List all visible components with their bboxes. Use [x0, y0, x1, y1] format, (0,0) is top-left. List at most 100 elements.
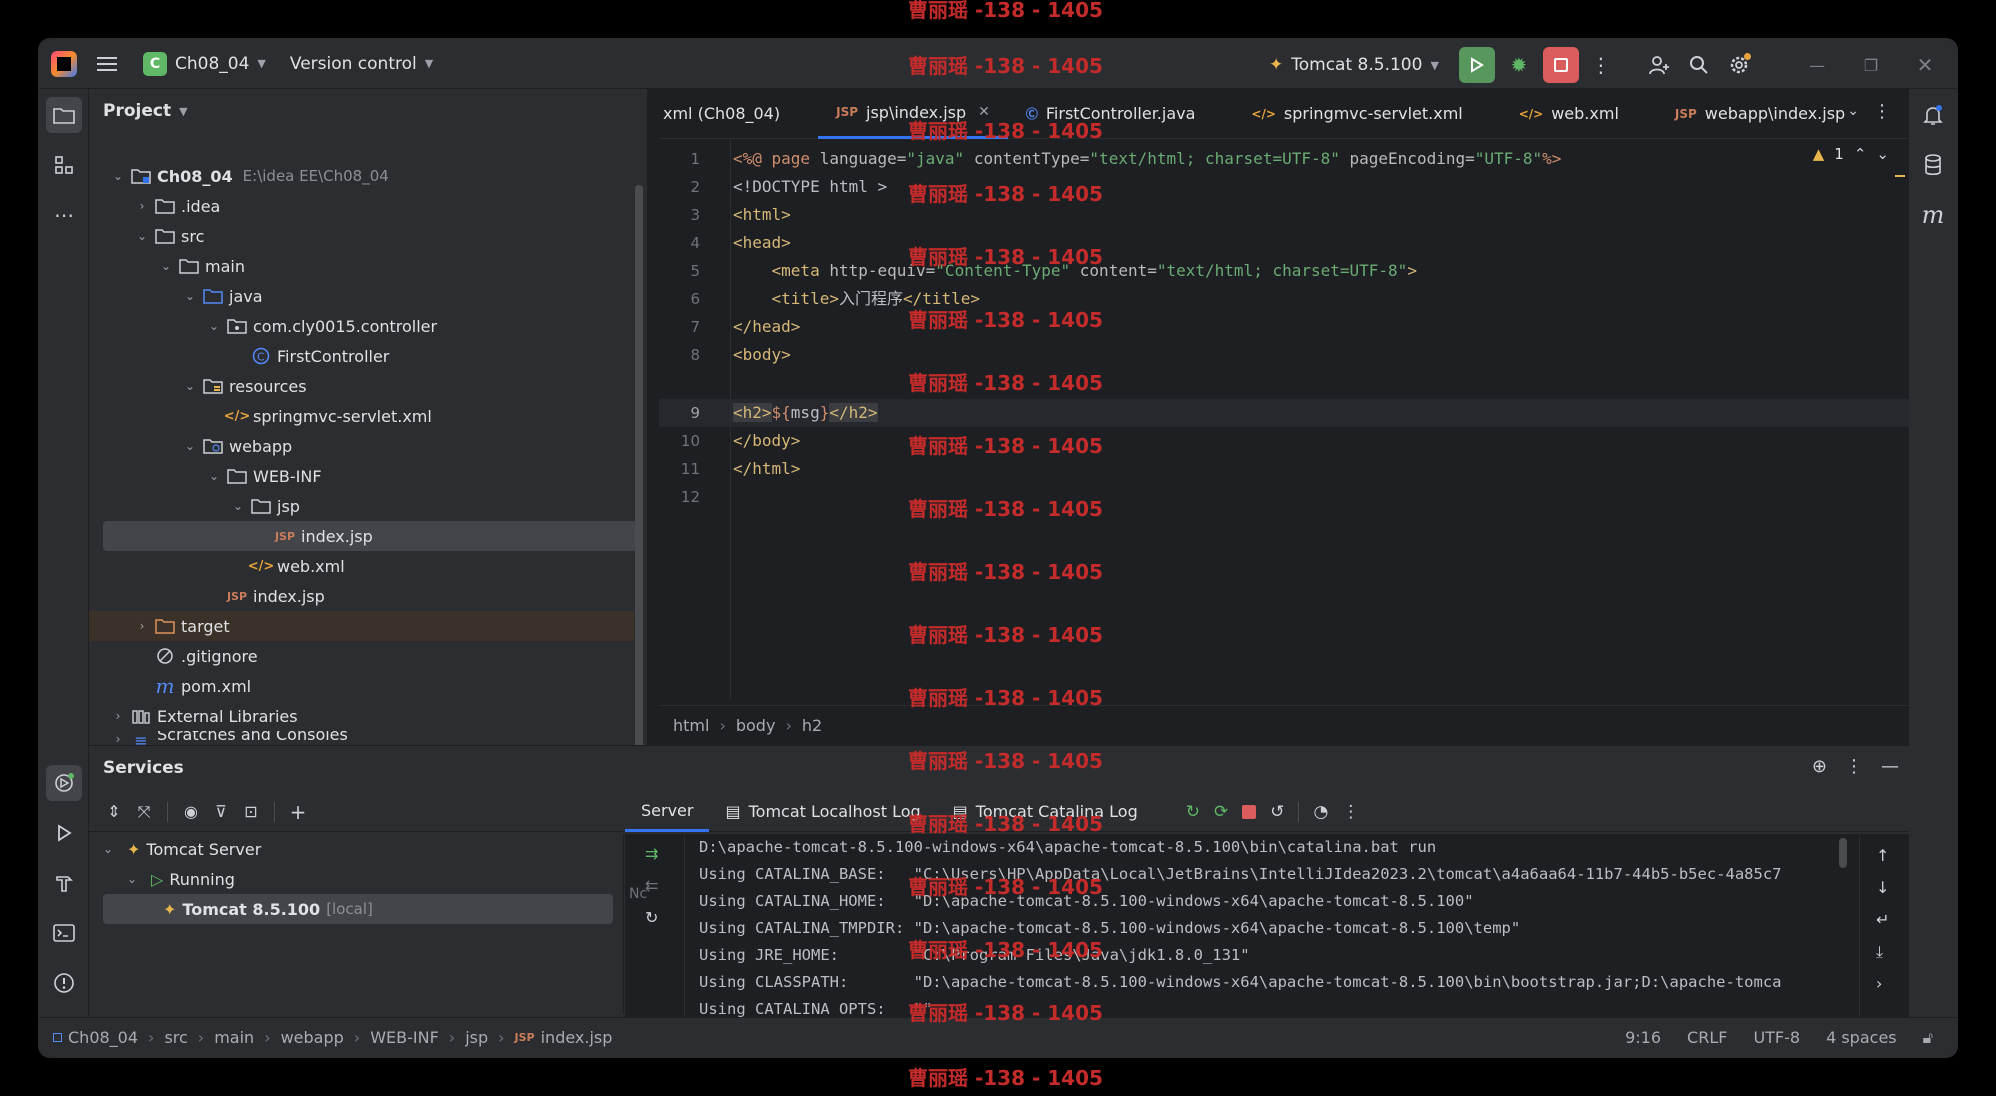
refresh-icon[interactable]: ↻: [645, 908, 658, 927]
tree-row-tomcat-instance[interactable]: ✦ Tomcat 8.5.100 [local]: [103, 894, 613, 924]
more-icon[interactable]: ⋮: [1342, 802, 1359, 822]
lock-icon[interactable]: 🔓︎: [1923, 1028, 1933, 1048]
collapse-all-icon[interactable]: ⤧: [129, 794, 159, 830]
more-options-icon[interactable]: ⋮: [1845, 756, 1863, 777]
code-line-10[interactable]: </body>: [733, 427, 800, 455]
tab-server[interactable]: Server: [625, 792, 710, 832]
settings-gear-icon[interactable]: [1721, 47, 1757, 83]
status-path-item[interactable]: jsp: [465, 1028, 488, 1047]
chevron-down-icon[interactable]: ⌄: [1876, 145, 1889, 163]
minimize-icon[interactable]: —: [1799, 47, 1835, 83]
code-line-11[interactable]: </html>: [733, 455, 800, 483]
tree-row[interactable]: ⌄ Ch08_04 E:\idea EE\Ch08_04: [89, 161, 634, 191]
breadcrumb-html[interactable]: html: [673, 716, 709, 735]
tab-springmvc-servlet[interactable]: </> springmvc-servlet.xml: [1233, 89, 1480, 139]
arrow-down-icon[interactable]: ↓: [1876, 878, 1889, 897]
caret-position[interactable]: 9:16: [1625, 1028, 1661, 1047]
code-line-8[interactable]: <body>: [733, 341, 791, 369]
tree-row[interactable]: m pom.xml: [89, 671, 634, 701]
chevron-up-icon[interactable]: ⌃: [1854, 145, 1867, 163]
structure-icon[interactable]: [46, 147, 82, 183]
tree-row[interactable]: </> springmvc-servlet.xml: [89, 401, 634, 431]
indent-setting[interactable]: 4 spaces: [1826, 1028, 1897, 1047]
status-path-item[interactable]: main: [214, 1028, 254, 1047]
close-window-icon[interactable]: ✕: [1907, 47, 1943, 83]
tree-row[interactable]: › ≡ Scratches and Consoles: [89, 731, 634, 745]
code-line-2[interactable]: <!DOCTYPE html >: [733, 173, 887, 201]
file-encoding[interactable]: UTF-8: [1753, 1028, 1800, 1047]
services-tool-icon[interactable]: [46, 765, 82, 801]
tab-web-xml[interactable]: </> web.xml: [1501, 89, 1637, 139]
tree-row[interactable]: ⌄ WEB-INF: [89, 461, 634, 491]
debug-icon[interactable]: ✹: [1501, 47, 1537, 83]
problems-icon[interactable]: [46, 965, 82, 1001]
breadcrumb-body[interactable]: body: [736, 716, 776, 735]
run-config-selector[interactable]: ✦ Tomcat 8.5.100 ▼: [1259, 48, 1449, 82]
tree-row[interactable]: ⌄ src: [89, 221, 634, 251]
tab-first-controller[interactable]: Ⓒ FirstController.java: [1008, 89, 1214, 139]
status-path-item[interactable]: Ch08_04: [68, 1028, 138, 1047]
tabs-more-icon[interactable]: ⋮: [1873, 101, 1891, 122]
tree-row-tomcat-server[interactable]: ⌄ ✦ Tomcat Server: [103, 834, 261, 864]
code-line-7[interactable]: </head>: [733, 313, 800, 341]
tab-jsp-index[interactable]: JSP jsp\index.jsp ✕: [818, 89, 1008, 139]
tree-row-running[interactable]: ⌄ ▷ Running: [127, 864, 235, 894]
code-line-4[interactable]: <head>: [733, 229, 791, 257]
add-user-icon[interactable]: [1641, 47, 1677, 83]
crosshair-icon[interactable]: ⊕: [1812, 756, 1827, 777]
tab-webapp-index[interactable]: JSP webapp\index.jsp: [1657, 89, 1863, 139]
rerun-button[interactable]: [1458, 47, 1495, 83]
expand-all-icon[interactable]: ⇕: [99, 794, 129, 830]
status-path-item[interactable]: webapp: [281, 1028, 344, 1047]
deploy-icon[interactable]: ⇉: [645, 844, 658, 863]
project-panel-title[interactable]: Project ▼: [103, 101, 188, 121]
add-service-icon[interactable]: +: [283, 794, 313, 830]
tree-row[interactable]: ⌄ main: [89, 251, 634, 281]
build-hammer-icon[interactable]: [46, 865, 82, 901]
line-separator[interactable]: CRLF: [1687, 1028, 1727, 1047]
stop-server-icon[interactable]: [1242, 804, 1257, 819]
tree-row-selected[interactable]: JSP index.jsp: [103, 521, 643, 551]
tree-row[interactable]: C FirstController: [89, 341, 634, 371]
project-tool-folder-icon[interactable]: [46, 97, 82, 133]
tree-row[interactable]: ⌄ jsp: [89, 491, 634, 521]
tree-row[interactable]: JSP index.jsp: [89, 581, 634, 611]
app-logo-icon[interactable]: [51, 50, 77, 77]
code-line-1[interactable]: <%@ page language="java" contentType="te…: [733, 145, 1561, 173]
database-icon[interactable]: [1915, 147, 1951, 183]
tab-localhost-log[interactable]: ▤ Tomcat Localhost Log: [709, 792, 936, 832]
filter-icon[interactable]: ⊽: [206, 794, 236, 830]
notifications-bell-icon[interactable]: [1915, 97, 1951, 133]
code-line-3[interactable]: <html>: [733, 201, 791, 229]
tree-row[interactable]: .gitignore: [89, 641, 634, 671]
new-group-icon[interactable]: ⊡: [236, 794, 266, 830]
profiler-icon[interactable]: ◔: [1313, 802, 1328, 822]
restart-icon[interactable]: ↺: [1270, 802, 1284, 822]
arrow-up-icon[interactable]: ↑: [1876, 846, 1889, 865]
status-path-item[interactable]: index.jsp: [541, 1028, 613, 1047]
code-line-6[interactable]: <title>入门程序</title>: [733, 285, 981, 313]
main-menu-icon[interactable]: [89, 46, 125, 82]
restore-icon[interactable]: ❐: [1853, 47, 1889, 83]
tree-row[interactable]: ⌄ java: [89, 281, 634, 311]
search-icon[interactable]: [1681, 47, 1717, 83]
eye-icon[interactable]: ◉: [176, 794, 206, 830]
warning-marker[interactable]: [1895, 175, 1905, 177]
console-scrollbar[interactable]: [1839, 838, 1847, 868]
code-line-9[interactable]: <h2>${msg}</h2>: [733, 399, 878, 427]
breadcrumb-h2[interactable]: h2: [802, 716, 822, 735]
tab-catalina-log[interactable]: ▤ Tomcat Catalina Log: [937, 792, 1154, 832]
tabs-dropdown-icon[interactable]: ⌄: [1847, 103, 1859, 119]
status-path-item[interactable]: WEB-INF: [370, 1028, 439, 1047]
tree-row[interactable]: ⌄ com.cly0015.controller: [89, 311, 634, 341]
redeploy-icon[interactable]: ⟳: [1214, 802, 1228, 822]
update-app-icon[interactable]: ↻: [1186, 802, 1200, 822]
maven-icon[interactable]: m: [1915, 197, 1951, 233]
project-scrollbar[interactable]: [635, 185, 643, 785]
more-actions-icon[interactable]: ⋮: [1583, 47, 1619, 83]
stop-button[interactable]: [1542, 47, 1579, 83]
tree-row[interactable]: › .idea: [89, 191, 634, 221]
tree-row[interactable]: › External Libraries: [89, 701, 634, 731]
version-control-menu[interactable]: Version control ▼: [280, 47, 443, 81]
expand-more-icon[interactable]: ›: [1876, 974, 1882, 993]
